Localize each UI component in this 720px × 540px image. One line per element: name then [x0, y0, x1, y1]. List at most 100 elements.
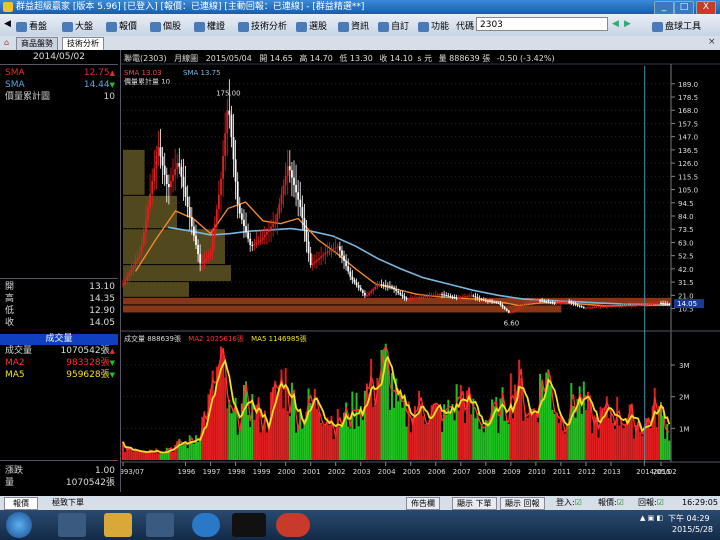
ohlc-label: 收 [5, 318, 15, 328]
candle-body [451, 296, 454, 298]
menu-label: 盘球工具 [665, 22, 702, 32]
close-button[interactable]: X [696, 1, 716, 15]
candle-body [616, 305, 619, 307]
candle-body [366, 295, 368, 297]
candle-body [270, 226, 272, 230]
candle-body [524, 303, 527, 305]
volume-bar [378, 382, 381, 460]
show-order-button[interactable]: 顯示 下單 [452, 497, 497, 510]
capital-app-icon[interactable] [276, 513, 310, 537]
windows-taskbar: ▲ ▣ ◧ 下午 04:29 2015/5/28 [0, 510, 720, 540]
home-icon[interactable]: ⌂ [4, 38, 9, 47]
divider [0, 278, 118, 279]
media-player-icon[interactable] [146, 513, 174, 537]
candle-body [541, 300, 544, 302]
candle-body [195, 235, 197, 245]
volume-bar [524, 412, 527, 460]
menu-item-tools[interactable]: 盘球工具 [652, 19, 701, 32]
menu-item-warrant[interactable]: 權證 [194, 19, 225, 32]
volume-bar [557, 423, 560, 460]
volume-bar [318, 412, 321, 460]
chart-area[interactable]: 聯電(2303) 月線圖 2015/05/04 開 14.65 高 14.70 … [115, 50, 720, 492]
tab-row: ⌂ 商品盤勢 技術分析 × [0, 36, 720, 50]
candle-body [570, 301, 573, 303]
menu-item-quote[interactable]: 報價 [106, 19, 137, 32]
tab-technical-analysis[interactable]: 技術分析 [62, 37, 104, 50]
candle-body [522, 304, 525, 306]
menu-item-info[interactable]: 資訊 [338, 19, 369, 32]
menu-item-market[interactable]: 大盤 [62, 19, 93, 32]
candle-body [459, 297, 462, 299]
menu-item-function[interactable]: 功能 [418, 19, 449, 32]
menu-item-technical[interactable]: 技術分析 [238, 19, 287, 32]
volume-profile-bar [123, 265, 231, 282]
candle-body [484, 300, 487, 302]
status-tab-order[interactable]: 極致下單 [48, 497, 88, 508]
candle-body [355, 282, 358, 286]
folder-icon[interactable] [104, 513, 132, 537]
candle-body [167, 184, 170, 188]
volume-bar [340, 423, 343, 460]
volume-bar [405, 426, 408, 460]
candle-body [311, 263, 314, 266]
nav-back-icon[interactable]: ◀ [612, 19, 619, 29]
taskbar-app-icon[interactable] [58, 513, 86, 537]
menu-item-watch[interactable]: 看盤 [16, 19, 47, 32]
code-input[interactable]: 2303 [476, 17, 608, 31]
start-button[interactable] [6, 512, 32, 538]
candle-body [184, 186, 187, 197]
volume-bar [595, 419, 598, 460]
candle-body [228, 110, 231, 115]
title-bar[interactable]: 群益超級贏家 [版本 5.96] [已登入] [報價：已連線] [主動回報：已連… [0, 0, 720, 15]
candle-body [291, 170, 293, 178]
candle-body [457, 297, 460, 299]
candle-body [512, 311, 514, 313]
candle-body [253, 243, 256, 246]
ie-icon[interactable] [192, 513, 220, 537]
volume-profile-bar [123, 305, 562, 313]
status-tab-quote[interactable]: 報價 [4, 497, 38, 510]
candle-body [172, 175, 174, 182]
clock-date: 2015/5/28 [672, 525, 714, 534]
candle-body [543, 301, 546, 302]
maximize-button[interactable]: □ [674, 1, 694, 15]
volume-bar [247, 415, 250, 460]
volume-bar [516, 398, 519, 460]
menu-toggle-icon[interactable]: ◀ [4, 19, 11, 29]
candle-body [230, 114, 233, 138]
volume-bar [182, 443, 185, 460]
minimize-button[interactable]: _ [654, 1, 674, 15]
show-report-button[interactable]: 顯示 回報 [500, 497, 545, 510]
tab-market-overview[interactable]: 商品盤勢 [16, 37, 58, 50]
candle-body [199, 254, 202, 264]
volume-bar [409, 432, 412, 460]
volume-bar [386, 359, 389, 460]
candle-body [380, 284, 383, 286]
taskbar-app-icon[interactable] [232, 513, 266, 537]
nav-forward-icon[interactable]: ▶ [624, 19, 631, 29]
menu-item-stock[interactable]: 個股 [150, 19, 181, 32]
volume-bar [249, 427, 252, 460]
candle-body [280, 194, 283, 205]
candle-body [605, 306, 608, 308]
volume-bar [612, 422, 615, 460]
ohlc-value: 13.10 [89, 282, 115, 292]
volume-bar [124, 451, 127, 460]
candle-body [318, 258, 320, 260]
menu-item-custom[interactable]: 自訂 [378, 19, 409, 32]
volume-bar [393, 407, 396, 460]
volume-bar [503, 420, 506, 460]
chart-svg[interactable]: 聯電(2303) 月線圖 2015/05/04 開 14.65 高 14.70 … [115, 50, 720, 492]
price-tick-label: 189.0 [678, 81, 698, 89]
bulletin-button[interactable]: 佈告欄 [406, 497, 440, 510]
volume-bar [647, 418, 650, 460]
menu-item-screener[interactable]: 選股 [296, 19, 327, 32]
menu-label: 自訂 [391, 22, 410, 32]
candle-body [297, 192, 300, 200]
price-tick-label: 136.5 [678, 147, 698, 155]
close-tab-icon[interactable]: × [708, 37, 716, 47]
candle-body [455, 297, 458, 299]
candle-body [332, 248, 335, 250]
volume-bar [159, 454, 162, 460]
volume-bar [597, 437, 600, 460]
